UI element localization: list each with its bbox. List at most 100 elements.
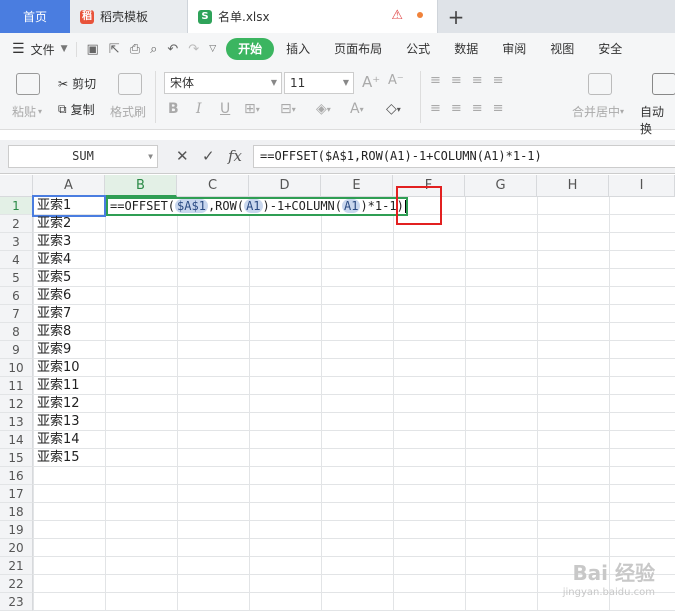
horizontal-align-icons[interactable]: ≡≡≡≡ xyxy=(430,101,514,116)
cell-a4[interactable]: 亚索4 xyxy=(34,251,104,269)
clear-format-icon[interactable]: ◇ ▾ xyxy=(386,101,401,117)
font-size-select[interactable]: 11 ▼ xyxy=(284,72,354,94)
tab-home[interactable]: 首页 xyxy=(0,0,70,33)
export-icon[interactable]: ⇱ xyxy=(109,42,120,57)
row-header-22[interactable]: 22 xyxy=(0,575,33,593)
column-header-b[interactable]: B xyxy=(105,175,177,197)
cell-a14[interactable]: 亚索14 xyxy=(34,431,104,449)
menu-view[interactable]: 视图 xyxy=(538,38,586,60)
cell-a11[interactable]: 亚索11 xyxy=(34,377,104,395)
tab-file[interactable]: S 名单.xlsx ⚠ xyxy=(188,0,438,33)
paste-icon[interactable] xyxy=(16,73,40,95)
editing-cell-b1[interactable]: ==OFFSET($A$1 ,ROW(A1)-1+COLUMN(A1)*1-1) xyxy=(106,197,408,216)
cell-a2[interactable]: 亚索2 xyxy=(34,215,104,233)
print-icon[interactable]: ⎙ xyxy=(130,42,140,57)
row-header-17[interactable]: 17 xyxy=(0,485,33,503)
fill-color-icon[interactable]: ◈ ▾ xyxy=(316,101,331,117)
row-header-13[interactable]: 13 xyxy=(0,413,33,431)
customize-icon[interactable]: ▽ xyxy=(209,44,216,54)
new-tab-button[interactable]: + xyxy=(438,0,474,33)
cell-a15[interactable]: 亚索15 xyxy=(34,449,104,467)
menu-page-layout[interactable]: 页面布局 xyxy=(322,38,394,60)
row-header-10[interactable]: 10 xyxy=(0,359,33,377)
cell-a12[interactable]: 亚索12 xyxy=(34,395,104,413)
column-header-e[interactable]: E xyxy=(321,175,393,197)
cell-a1[interactable]: 亚索1 xyxy=(32,195,106,217)
tab-template-label: 稻壳模板 xyxy=(100,10,149,24)
select-all-corner[interactable] xyxy=(0,175,33,197)
insert-function-icon[interactable]: fx xyxy=(228,147,242,165)
row-header-7[interactable]: 7 xyxy=(0,305,33,323)
chevron-down-icon: ▼ xyxy=(60,44,68,54)
menu-insert[interactable]: 插入 xyxy=(274,38,322,60)
menu-home[interactable]: 开始 xyxy=(226,38,275,60)
formula-input[interactable]: ==OFFSET($A$1,ROW(A1)-1+COLUMN(A1)*1-1) xyxy=(253,145,675,168)
font-color-icon[interactable]: A ▾ xyxy=(350,101,364,117)
format-painter-icon[interactable] xyxy=(118,73,142,95)
row-header-16[interactable]: 16 xyxy=(0,467,33,485)
cell-a3[interactable]: 亚索3 xyxy=(34,233,104,251)
column-header-d[interactable]: D xyxy=(249,175,321,197)
row-header-3[interactable]: 3 xyxy=(0,233,33,251)
cell-a5[interactable]: 亚索5 xyxy=(34,269,104,287)
border-icon[interactable]: ⊞ ▾ xyxy=(244,101,260,117)
decrease-font-icon[interactable]: A⁻ xyxy=(388,73,404,88)
menu-review[interactable]: 审阅 xyxy=(490,38,538,60)
cell-a13[interactable]: 亚索13 xyxy=(34,413,104,431)
row-header-12[interactable]: 12 xyxy=(0,395,33,413)
menu-data[interactable]: 数据 xyxy=(442,38,490,60)
cancel-formula-icon[interactable]: ✕ xyxy=(176,147,189,165)
row-header-4[interactable]: 4 xyxy=(0,251,33,269)
name-box[interactable]: SUM ▼ xyxy=(8,145,158,168)
format-painter-button[interactable]: 格式刷 xyxy=(110,103,146,120)
increase-font-icon[interactable]: A⁺ xyxy=(362,73,380,91)
confirm-formula-icon[interactable]: ✓ xyxy=(202,147,215,165)
menu-security[interactable]: 安全 xyxy=(586,38,634,60)
row-header-23[interactable]: 23 xyxy=(0,593,33,611)
tab-template[interactable]: 稻 稻壳模板 xyxy=(70,0,188,33)
menu-formulas[interactable]: 公式 xyxy=(394,38,442,60)
cell-a7[interactable]: 亚索7 xyxy=(34,305,104,323)
row-header-1[interactable]: 1 xyxy=(0,197,33,215)
vertical-align-icons[interactable]: ≡≡≡≡ xyxy=(430,73,514,88)
column-header-g[interactable]: G xyxy=(465,175,537,197)
cell-a10[interactable]: 亚索10 xyxy=(34,359,104,377)
column-header-i[interactable]: I xyxy=(609,175,675,197)
file-menu[interactable]: ☰ 文件 ▼ xyxy=(0,41,76,58)
row-header-21[interactable]: 21 xyxy=(0,557,33,575)
column-header-c[interactable]: C xyxy=(177,175,249,197)
cell-area[interactable] xyxy=(33,197,675,611)
save-icon[interactable]: ▣ xyxy=(87,42,99,57)
row-header-6[interactable]: 6 xyxy=(0,287,33,305)
bold-icon[interactable]: B xyxy=(168,101,179,117)
row-header-20[interactable]: 20 xyxy=(0,539,33,557)
cell-a6[interactable]: 亚索6 xyxy=(34,287,104,305)
cell-a9[interactable]: 亚索9 xyxy=(34,341,104,359)
merge-center-icon[interactable] xyxy=(588,73,612,95)
auto-wrap-icon[interactable] xyxy=(652,73,675,95)
row-header-11[interactable]: 11 xyxy=(0,377,33,395)
row-header-18[interactable]: 18 xyxy=(0,503,33,521)
font-name-select[interactable]: 宋体 ▼ xyxy=(164,72,282,94)
copy-button[interactable]: ⧉ 复制 xyxy=(58,101,95,118)
row-header-8[interactable]: 8 xyxy=(0,323,33,341)
row-header-15[interactable]: 15 xyxy=(0,449,33,467)
undo-icon[interactable]: ↶ xyxy=(167,42,178,57)
cell-a8[interactable]: 亚索8 xyxy=(34,323,104,341)
underline-icon[interactable]: U xyxy=(220,101,230,117)
row-header-19[interactable]: 19 xyxy=(0,521,33,539)
column-header-a[interactable]: A xyxy=(33,175,105,197)
merge-style-icon[interactable]: ⊟ ▾ xyxy=(280,101,296,117)
italic-icon[interactable]: I xyxy=(196,101,202,117)
paste-button[interactable]: 粘贴 ▾ xyxy=(12,103,42,120)
cut-button[interactable]: ✂ 剪切 xyxy=(58,75,96,92)
redo-icon[interactable]: ↷ xyxy=(188,42,199,57)
auto-wrap-button[interactable]: 自动换 xyxy=(640,103,675,137)
row-header-2[interactable]: 2 xyxy=(0,215,33,233)
column-header-h[interactable]: H xyxy=(537,175,609,197)
row-header-14[interactable]: 14 xyxy=(0,431,33,449)
print-preview-icon[interactable]: ⌕ xyxy=(150,42,157,57)
row-header-9[interactable]: 9 xyxy=(0,341,33,359)
row-header-5[interactable]: 5 xyxy=(0,269,33,287)
merge-center-button[interactable]: 合并居中 ▾ xyxy=(572,103,624,120)
